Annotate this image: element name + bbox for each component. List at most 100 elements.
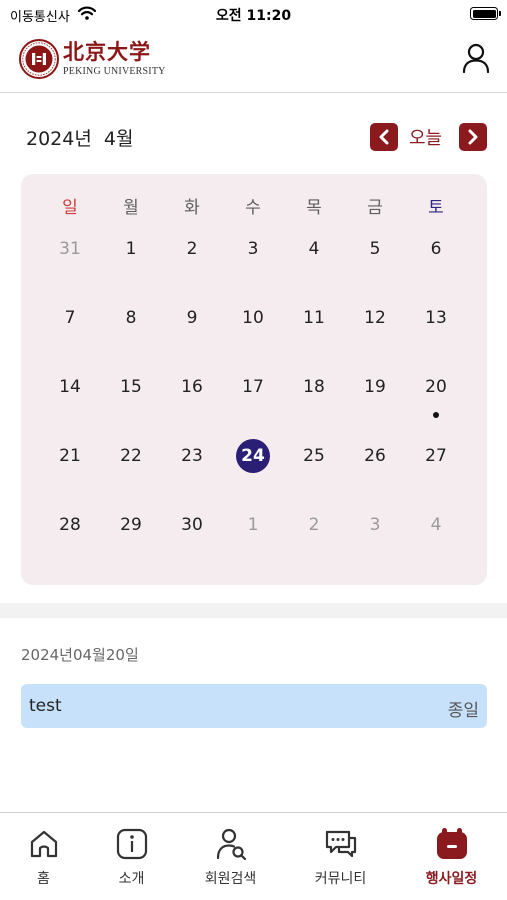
- day-number: 9: [186, 308, 198, 328]
- tab-label: 소개: [118, 871, 145, 887]
- day-number: 2: [308, 515, 320, 535]
- tab-member-search[interactable]: 회원검색: [180, 813, 281, 900]
- calendar-day[interactable]: 28: [40, 505, 100, 545]
- calendar-day[interactable]: 19: [345, 367, 405, 407]
- day-number: 10: [242, 308, 264, 328]
- calendar-day[interactable]: 2: [162, 229, 222, 269]
- weekday-header: 월: [123, 198, 139, 218]
- calendar-day[interactable]: 27: [406, 436, 466, 476]
- next-month-button[interactable]: [459, 123, 487, 151]
- event-item[interactable]: test 종일: [21, 684, 487, 728]
- day-number: 1: [125, 239, 137, 259]
- day-number: 27: [425, 446, 447, 466]
- user-icon[interactable]: [462, 43, 490, 73]
- day-number: 16: [181, 377, 203, 397]
- tab-community[interactable]: 커뮤니티: [290, 813, 391, 900]
- day-number: 6: [430, 239, 442, 259]
- calendar-day[interactable]: 13: [406, 298, 466, 338]
- day-number: 25: [303, 446, 325, 466]
- section-divider: [0, 603, 507, 618]
- day-number: 23: [181, 446, 203, 466]
- calendar-day[interactable]: 5: [345, 229, 405, 269]
- calendar-day[interactable]: 7: [40, 298, 100, 338]
- home-icon: [30, 830, 58, 858]
- day-number: 29: [120, 515, 142, 535]
- day-number: 28: [59, 515, 81, 535]
- calendar-day[interactable]: 17: [223, 367, 283, 407]
- event-time: 종일: [447, 701, 479, 721]
- calendar-day[interactable]: 10: [223, 298, 283, 338]
- day-number: 3: [369, 515, 381, 535]
- calendar-day[interactable]: 31: [40, 229, 100, 269]
- weekday-header: 화: [184, 198, 200, 218]
- chevron-right-icon: [468, 129, 478, 145]
- info-icon: [116, 828, 148, 860]
- tab-label: 홈: [37, 871, 50, 887]
- clock: 오전 11:20: [215, 8, 292, 24]
- calendar-day[interactable]: 1: [223, 505, 283, 545]
- calendar-day[interactable]: 11: [284, 298, 344, 338]
- day-number: 12: [364, 308, 386, 328]
- day-number: 21: [59, 446, 81, 466]
- day-number: 2: [186, 239, 198, 259]
- calendar-day[interactable]: 4: [284, 229, 344, 269]
- day-number: 3: [247, 239, 259, 259]
- calendar-day-selected[interactable]: 24: [223, 436, 283, 476]
- calendar-day[interactable]: 16: [162, 367, 222, 407]
- weekday-header: 토: [428, 198, 444, 218]
- month-title: 2024년 4월: [26, 128, 134, 150]
- calendar-day[interactable]: 26: [345, 436, 405, 476]
- calendar-icon: [437, 828, 467, 859]
- prev-month-button[interactable]: [370, 123, 398, 151]
- tab-events[interactable]: 행사일정: [401, 813, 502, 900]
- calendar-day[interactable]: 23: [162, 436, 222, 476]
- day-number: 14: [59, 377, 81, 397]
- tab-label: 커뮤니티: [314, 871, 367, 887]
- day-number: 15: [120, 377, 142, 397]
- calendar-day[interactable]: 4: [406, 505, 466, 545]
- today-button[interactable]: 오늘: [409, 124, 442, 150]
- weekday-header: 일: [62, 198, 78, 218]
- weekday-header: 금: [367, 198, 383, 218]
- calendar-day[interactable]: 18: [284, 367, 344, 407]
- day-number: 20: [425, 377, 447, 397]
- day-number: 18: [303, 377, 325, 397]
- calendar-day[interactable]: 1: [101, 229, 161, 269]
- selected-date-label: 2024년04월20일: [21, 646, 139, 664]
- calendar-day[interactable]: 21: [40, 436, 100, 476]
- tab-home[interactable]: 홈: [0, 813, 94, 900]
- calendar-day[interactable]: 14: [40, 367, 100, 407]
- calendar-day[interactable]: 2: [284, 505, 344, 545]
- day-number: 26: [364, 446, 386, 466]
- tab-label: 행사일정: [425, 871, 478, 887]
- calendar-day[interactable]: 3: [223, 229, 283, 269]
- calendar-day[interactable]: 15: [101, 367, 161, 407]
- calendar-day[interactable]: 29: [101, 505, 161, 545]
- calendar-day[interactable]: 8: [101, 298, 161, 338]
- day-number: 22: [120, 446, 142, 466]
- day-number: 30: [181, 515, 203, 535]
- day-number: 19: [364, 377, 386, 397]
- logo-english-text: PEKING UNIVERSITY: [63, 66, 166, 77]
- day-number: 31: [59, 239, 81, 259]
- day-number: 4: [430, 515, 442, 535]
- day-number: 24: [241, 446, 265, 466]
- university-seal-logo: [19, 39, 59, 79]
- logo-chinese-text: 北京大学: [63, 39, 151, 64]
- tab-label: 회원검색: [204, 871, 257, 887]
- calendar-grid: 일 월 화 수 목 금 토 31 1 2 3 4 5 6 7 8 9 10 11 12 13 14 15 16 17 18 19 20…: [21, 174, 487, 585]
- day-number: 13: [425, 308, 447, 328]
- calendar-day[interactable]: 9: [162, 298, 222, 338]
- battery-icon: [470, 7, 501, 20]
- calendar-day[interactable]: 12: [345, 298, 405, 338]
- calendar-day[interactable]: 22: [101, 436, 161, 476]
- day-number: 8: [125, 308, 137, 328]
- tab-about[interactable]: 소개: [81, 813, 182, 900]
- calendar-day[interactable]: 3: [345, 505, 405, 545]
- calendar-day[interactable]: 25: [284, 436, 344, 476]
- calendar-day[interactable]: 6: [406, 229, 466, 269]
- calendar-day[interactable]: 30: [162, 505, 222, 545]
- calendar-day[interactable]: 20: [406, 367, 466, 407]
- weekday-header: 수: [245, 198, 261, 218]
- status-bar: 이동통신사 오전 11:20: [0, 0, 507, 28]
